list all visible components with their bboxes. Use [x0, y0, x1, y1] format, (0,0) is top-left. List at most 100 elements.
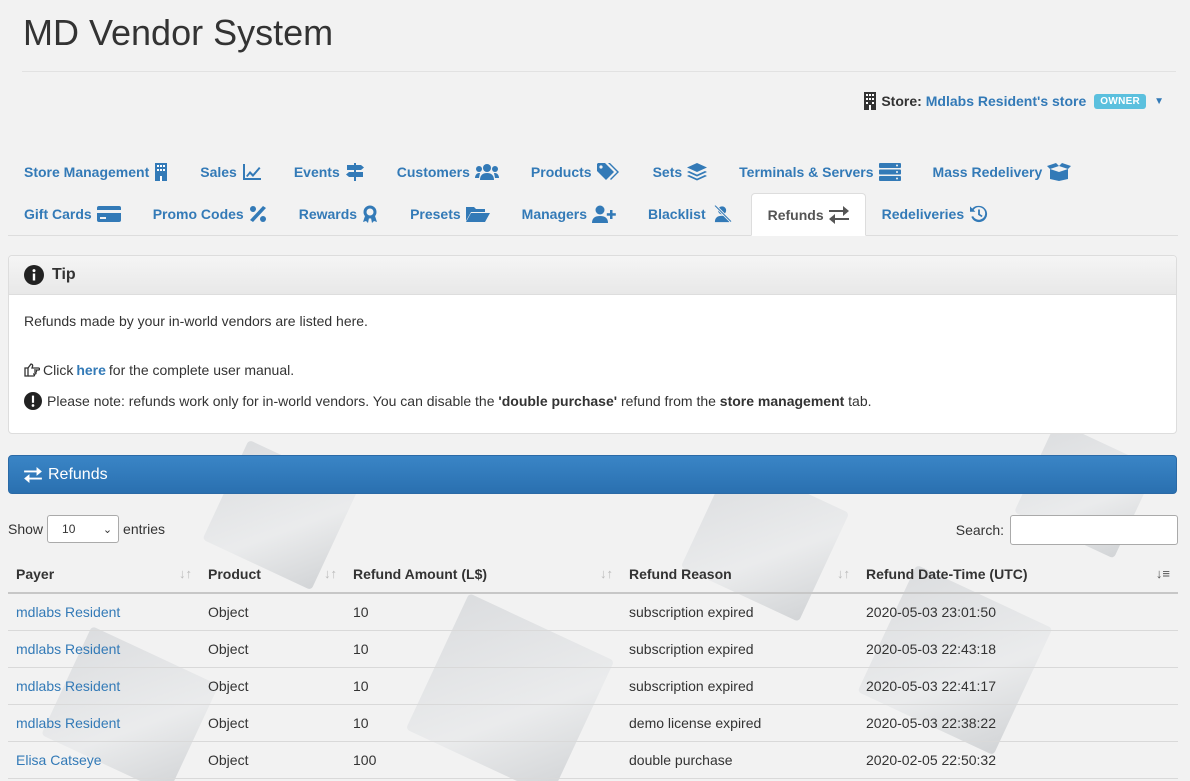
page-size-control: Show 10 ⌄ entries [8, 515, 165, 543]
tab-gift-cards[interactable]: Gift Cards [8, 193, 137, 235]
refunds-panel-header: Refunds [8, 455, 1177, 494]
box-open-icon [1047, 163, 1072, 181]
payer-link[interactable]: mdlabs Resident [8, 593, 200, 631]
exclamation-circle-icon [24, 392, 42, 410]
tab-label: Presets [410, 206, 461, 222]
reason-cell: demo license expired [621, 704, 858, 742]
tab-promo-codes[interactable]: Promo Codes [137, 193, 283, 235]
table-header-row: Payer ↓↑ Product ↓↑ Refund Amount (L$) ↓↑ R… [8, 556, 1178, 594]
refunds-title: Refunds [48, 465, 108, 483]
tab-managers[interactable]: Managers [506, 193, 632, 235]
tab-mass-redelivery[interactable]: Mass Redelivery [917, 152, 1088, 192]
tab-label: Refunds [767, 206, 824, 223]
manual-text: for the complete user manual. [108, 362, 295, 378]
payer-link[interactable]: mdlabs Resident [8, 630, 200, 668]
tip-line-manual: Click here for the complete user manual. [24, 362, 294, 378]
history-icon [970, 205, 988, 223]
col-label: Refund Reason [629, 566, 732, 582]
show-label: Show [8, 521, 44, 537]
datetime-cell: 2020-05-03 22:41:17 [858, 667, 1178, 705]
payer-link[interactable]: Elisa Catseye [8, 741, 200, 779]
user-plus-icon [592, 205, 616, 223]
tab-label: Mass Redelivery [932, 164, 1043, 180]
info-circle-icon [24, 265, 44, 285]
tab-products[interactable]: Products [515, 152, 637, 192]
tab-refunds[interactable]: Refunds [750, 193, 866, 236]
tab-blacklist[interactable]: Blacklist [632, 193, 751, 235]
tab-presets[interactable]: Presets [394, 193, 506, 235]
tip-panel-header: Tip [9, 256, 1176, 295]
search-input[interactable] [1010, 515, 1178, 545]
tab-customers[interactable]: Customers [381, 152, 515, 192]
store-name[interactable]: Mdlabs Resident's store [926, 93, 1086, 109]
product-cell: Object [200, 630, 345, 668]
tab-rewards[interactable]: Rewards [283, 193, 394, 235]
amount-cell: 100 [345, 741, 621, 779]
payer-link[interactable]: mdlabs Resident [8, 704, 200, 742]
note-part: refund from the [620, 393, 716, 409]
table-row: mdlabs Resident Object 10 subscription e… [8, 630, 1178, 668]
tab-label: Gift Cards [24, 206, 92, 222]
tab-label: Events [293, 164, 340, 180]
store-selector[interactable]: Store: Mdlabs Resident's store OWNER ▼ [863, 92, 1164, 110]
click-text: Click [43, 362, 74, 378]
amount-cell: 10 [345, 667, 621, 705]
building-icon [864, 92, 877, 110]
manual-link[interactable]: here [76, 362, 106, 378]
datetime-cell: 2020-05-03 23:01:50 [858, 593, 1178, 631]
tags-icon [596, 163, 619, 180]
tip-panel: Tip Refunds made by your in-world vendor… [8, 255, 1177, 434]
col-label: Payer [16, 566, 55, 582]
signs-icon [345, 163, 364, 181]
exchange-icon [828, 205, 849, 224]
sort-desc-icon: ↓≡ [1155, 566, 1170, 581]
page-size-value: 10 [62, 522, 76, 536]
tab-events[interactable]: Events [278, 152, 381, 192]
caret-down-icon[interactable]: ▼ [1154, 96, 1164, 107]
tab-label: Redeliveries [881, 206, 965, 222]
tab-store-management[interactable]: Store Management [8, 152, 184, 192]
tab-redeliveries[interactable]: Redeliveries [866, 193, 1006, 235]
tab-label: Sales [200, 164, 237, 180]
tip-line-note: Please note: refunds work only for in-wo… [24, 392, 872, 410]
col-label: Refund Amount (L$) [353, 566, 488, 582]
sort-icon: ↓↑ [600, 566, 613, 581]
user-slash-icon [712, 205, 733, 223]
col-product[interactable]: Product ↓↑ [200, 556, 345, 594]
table-row: mdlabs Resident Object 10 demo license e… [8, 704, 1178, 742]
hand-point-right-icon [24, 363, 40, 377]
search-label: Search: [955, 522, 1004, 538]
exchange-icon [24, 466, 42, 483]
tab-label: Promo Codes [152, 206, 244, 222]
col-refund-amount[interactable]: Refund Amount (L$) ↓↑ [345, 556, 621, 594]
tab-terminals-servers[interactable]: Terminals & Servers [723, 152, 916, 192]
owner-badge: OWNER [1094, 93, 1147, 109]
users-icon [474, 164, 499, 180]
percent-icon [249, 206, 266, 222]
product-cell: Object [200, 667, 345, 705]
entries-label: entries [123, 521, 166, 537]
tab-sales[interactable]: Sales [184, 152, 278, 192]
payer-link[interactable]: mdlabs Resident [8, 667, 200, 705]
chart-line-icon [242, 164, 261, 180]
sort-icon: ↓↑ [179, 566, 192, 581]
chevron-down-icon: ⌄ [102, 523, 113, 536]
building-icon [155, 163, 168, 181]
tabs-row-2: Gift Cards Promo Codes Rewards Presets M… [8, 193, 1178, 236]
note-part: tab. [848, 393, 872, 409]
datetime-cell: 2020-05-03 22:38:22 [858, 704, 1178, 742]
datetime-cell: 2020-02-05 22:50:32 [858, 741, 1178, 779]
col-refund-datetime[interactable]: Refund Date-Time (UTC) ↓≡ [858, 556, 1178, 594]
amount-cell: 10 [345, 593, 621, 631]
sort-icon: ↓↑ [837, 566, 850, 581]
col-refund-reason[interactable]: Refund Reason ↓↑ [621, 556, 858, 594]
layers-icon [687, 163, 708, 181]
tab-label: Store Management [24, 164, 150, 180]
page-size-select[interactable]: 10 ⌄ [47, 515, 120, 543]
reason-cell: double purchase [621, 741, 858, 779]
col-label: Refund Date-Time (UTC) [866, 566, 1028, 582]
datetime-cell: 2020-05-03 22:43:18 [858, 630, 1178, 668]
tab-sets[interactable]: Sets [637, 152, 724, 192]
col-payer[interactable]: Payer ↓↑ [8, 556, 200, 594]
product-cell: Object [200, 704, 345, 742]
